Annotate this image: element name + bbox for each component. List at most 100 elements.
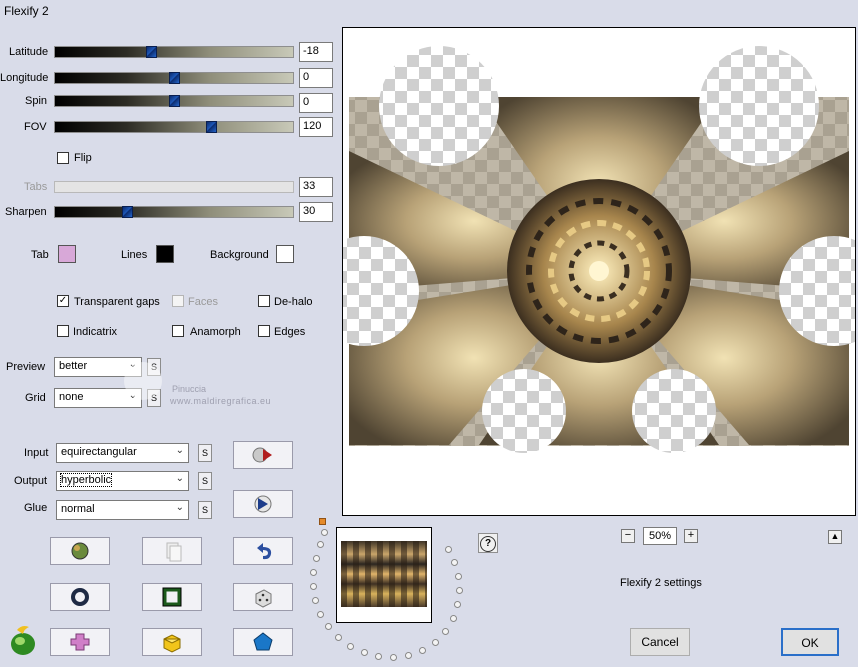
anamorph-checkbox[interactable]	[172, 325, 184, 337]
chevron-down-icon: ⌄	[175, 502, 184, 513]
apply-output-button[interactable]	[233, 490, 293, 518]
preset-dot[interactable]	[321, 529, 328, 536]
latitude-field[interactable]: -18	[299, 42, 333, 62]
preset-dot[interactable]	[405, 652, 412, 659]
indicatrix-label: Indicatrix	[73, 326, 118, 338]
copy-button[interactable]	[142, 537, 202, 565]
undo-icon	[257, 543, 272, 560]
chevron-down-icon: ⌄	[175, 445, 184, 456]
randomize-button[interactable]	[50, 537, 110, 565]
collapse-button[interactable]: ▲	[828, 530, 842, 544]
output-s-button[interactable]: S	[198, 472, 212, 490]
help-button[interactable]: ?	[478, 533, 498, 553]
cross-button[interactable]	[50, 628, 110, 656]
lines-color-swatch[interactable]	[156, 245, 174, 263]
preset-dot[interactable]	[442, 628, 449, 635]
cancel-button[interactable]: Cancel	[630, 628, 690, 656]
preset-wheel-marker[interactable]	[319, 518, 326, 525]
fov-field[interactable]: 120	[299, 117, 333, 137]
preset-dot[interactable]	[432, 639, 439, 646]
background-color-swatch[interactable]	[276, 245, 294, 263]
pink-cross-icon	[70, 633, 90, 651]
sharpen-slider[interactable]	[54, 206, 294, 218]
preset-dot[interactable]	[310, 569, 317, 576]
input-select[interactable]: equirectangular ⌄	[56, 443, 189, 463]
de-halo-checkbox[interactable]	[258, 295, 270, 307]
tabs-field[interactable]: 33	[299, 177, 333, 197]
input-label: Input	[24, 447, 49, 459]
grid-select-value: none	[59, 391, 84, 403]
preview-panel[interactable]	[309, 27, 858, 516]
spin-field[interactable]: 0	[299, 93, 333, 113]
edges-label: Edges	[274, 326, 306, 338]
preset-dot[interactable]	[310, 583, 317, 590]
longitude-slider[interactable]	[54, 72, 294, 84]
preview-image	[309, 46, 858, 453]
sharpen-field[interactable]: 30	[299, 202, 333, 222]
preset-dot[interactable]	[456, 587, 463, 594]
tab-color-swatch[interactable]	[58, 245, 76, 263]
zoom-in-button[interactable]: +	[684, 529, 698, 543]
watermark-url: www.maldiregrafica.eu	[170, 396, 272, 406]
glue-select[interactable]: normal ⌄	[56, 500, 189, 520]
fov-label: FOV	[24, 121, 47, 133]
preset-dot[interactable]	[375, 653, 382, 660]
preset-dot[interactable]	[450, 615, 457, 622]
undo-button[interactable]	[233, 537, 293, 565]
output-select[interactable]: hyperbolic ⌄	[56, 471, 189, 491]
fov-slider[interactable]	[54, 121, 294, 133]
preset-dot[interactable]	[335, 634, 342, 641]
flip-label: Flip	[74, 152, 92, 164]
preset-dot[interactable]	[361, 649, 368, 656]
dice-icon	[255, 589, 272, 608]
preview-select-value: better	[59, 360, 88, 372]
edges-checkbox[interactable]	[258, 325, 270, 337]
fov-slider-thumb[interactable]	[206, 121, 217, 133]
input-s-button[interactable]: S	[198, 444, 212, 462]
background-color-label: Background	[210, 249, 269, 261]
preset-dot[interactable]	[419, 647, 426, 654]
latitude-slider-thumb[interactable]	[146, 46, 157, 58]
longitude-field[interactable]: 0	[299, 68, 333, 88]
tabs-label: Tabs	[24, 181, 48, 193]
sharpen-slider-thumb[interactable]	[122, 206, 133, 218]
output-label: Output	[14, 475, 48, 487]
indicatrix-checkbox[interactable]	[57, 325, 69, 337]
preset-thumbnail[interactable]	[336, 527, 432, 623]
lines-color-label: Lines	[121, 249, 148, 261]
play-disc-icon	[254, 495, 272, 513]
preset-dot[interactable]	[317, 541, 324, 548]
cube-button[interactable]	[142, 628, 202, 656]
preset-dot[interactable]	[445, 546, 452, 553]
preset-dot[interactable]	[455, 573, 462, 580]
apply-input-button[interactable]	[233, 441, 293, 469]
preset-dot[interactable]	[313, 555, 320, 562]
preset-dot[interactable]	[317, 611, 324, 618]
grid-label: Grid	[25, 392, 46, 404]
dice-button[interactable]	[233, 583, 293, 611]
preset-dot[interactable]	[312, 597, 319, 604]
latitude-slider[interactable]	[54, 46, 294, 58]
ring-button[interactable]	[50, 583, 110, 611]
longitude-slider-thumb[interactable]	[169, 72, 180, 84]
spin-label: Spin	[25, 95, 48, 107]
spin-slider[interactable]	[54, 95, 294, 107]
transparent-gaps-checkbox[interactable]: ✓	[57, 295, 69, 307]
ok-button[interactable]: OK	[781, 628, 839, 656]
preset-dot[interactable]	[451, 559, 458, 566]
preview-label: Preview	[6, 361, 46, 373]
flip-checkbox[interactable]	[57, 152, 69, 164]
preset-dot[interactable]	[454, 601, 461, 608]
chevron-down-icon: ⌄	[175, 473, 184, 484]
gem-button[interactable]	[233, 628, 293, 656]
output-select-value: hyperbolic	[59, 473, 113, 487]
glue-s-button[interactable]: S	[198, 501, 212, 519]
preset-dot[interactable]	[390, 654, 397, 661]
watermark-name: Pinuccia	[172, 384, 207, 394]
zoom-out-button[interactable]: −	[621, 529, 635, 543]
preset-dot[interactable]	[347, 643, 354, 650]
spin-slider-thumb[interactable]	[169, 95, 180, 107]
copy-icon	[166, 542, 182, 562]
preset-dot[interactable]	[325, 623, 332, 630]
frame-button[interactable]	[142, 583, 202, 611]
